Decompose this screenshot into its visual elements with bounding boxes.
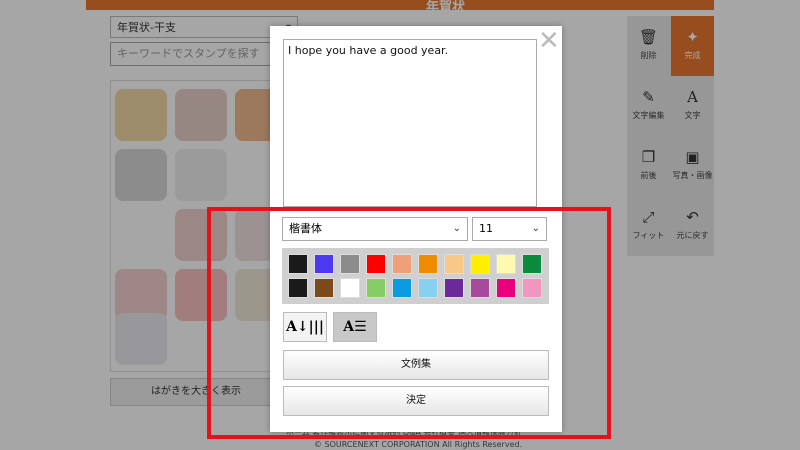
close-icon[interactable]: ✕: [538, 26, 560, 56]
message-textarea[interactable]: I hope you have a good year.: [283, 39, 537, 207]
highlight-annotation: [207, 207, 611, 439]
